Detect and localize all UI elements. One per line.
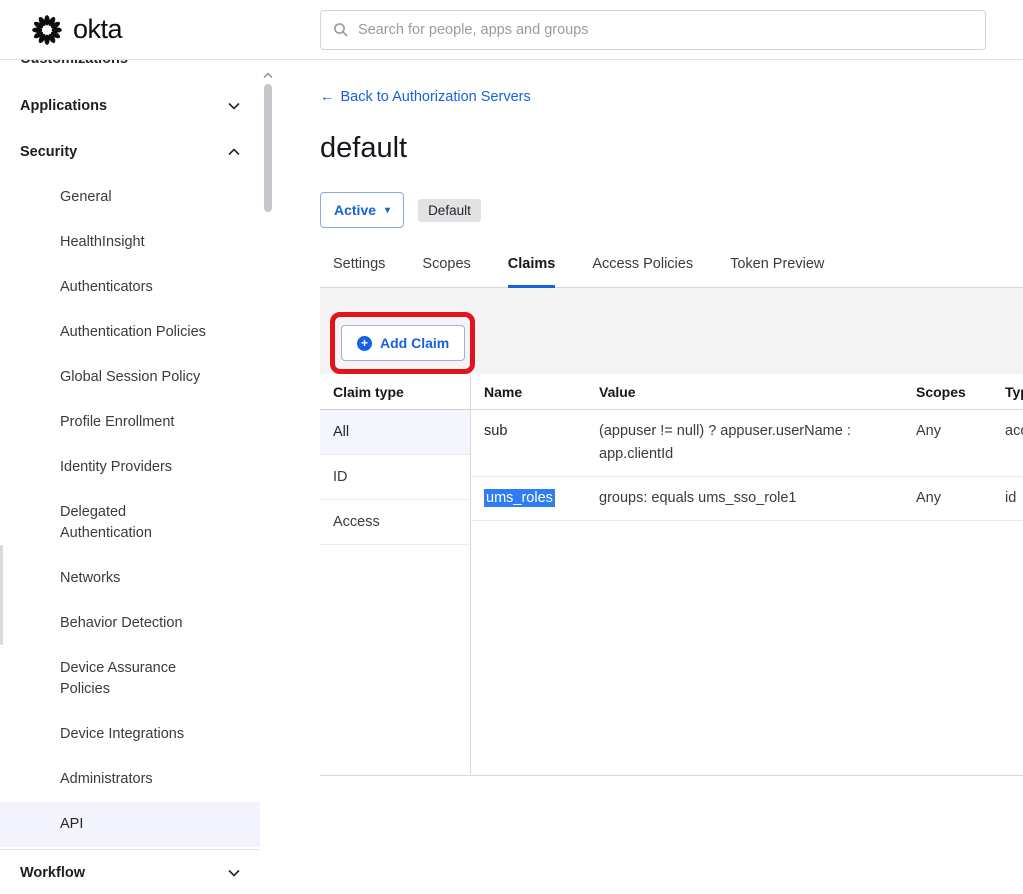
global-search[interactable] <box>320 10 986 50</box>
search-input[interactable] <box>358 22 973 38</box>
claim-value: (appuser != null) ? appuser.userName : a… <box>586 410 903 476</box>
sidebar-item-profile-enrollment[interactable]: Profile Enrollment <box>0 400 260 445</box>
table-row: sub (appuser != null) ? appuser.userName… <box>471 410 1023 477</box>
claim-type-filter: Claim type All ID Access <box>320 374 471 775</box>
claim-name[interactable]: sub <box>471 410 586 476</box>
sidebar-section-label: Applications <box>20 98 107 114</box>
claims-panel: Claim type All ID Access Name Value Scop… <box>320 374 1023 776</box>
top-header: okta <box>0 0 1023 60</box>
claim-name[interactable]: ums_roles <box>471 477 586 520</box>
okta-logo-text: okta <box>73 14 122 45</box>
scrollbar-thumb[interactable] <box>264 84 272 212</box>
tab-claims[interactable]: Claims <box>508 256 556 287</box>
add-claim-button[interactable]: + Add Claim <box>341 325 465 361</box>
default-badge: Default <box>418 199 481 222</box>
claim-value: groups: equals ums_sso_role1 <box>586 477 903 520</box>
active-status-dropdown[interactable]: Active ▾ <box>320 192 404 228</box>
main-content: ← Back to Authorization Servers default … <box>276 60 1023 894</box>
claims-table: Name Value Scopes Type sub (appuser != n… <box>471 374 1023 775</box>
back-to-authorization-servers-link[interactable]: ← Back to Authorization Servers <box>320 89 531 105</box>
caret-down-icon: ▾ <box>385 205 390 216</box>
claim-type: id <box>992 477 1023 520</box>
claims-table-header: Name Value Scopes Type <box>471 374 1023 410</box>
plus-icon: + <box>357 336 372 351</box>
selected-text-highlight: ums_roles <box>484 489 555 507</box>
sidebar-item-administrators[interactable]: Administrators <box>0 757 260 802</box>
claim-type-header: Claim type <box>320 374 470 410</box>
tab-bar: Settings Scopes Claims Access Policies T… <box>320 256 1023 288</box>
sidebar-item-api[interactable]: API <box>0 802 260 847</box>
sidebar-item-authenticators[interactable]: Authenticators <box>0 265 260 310</box>
search-icon <box>333 22 349 38</box>
tab-access-policies[interactable]: Access Policies <box>592 256 693 287</box>
claim-type: access <box>992 410 1023 476</box>
sidebar-item-customizations-clipped[interactable]: Customizations <box>0 60 260 73</box>
sidebar-item-device-integrations[interactable]: Device Integrations <box>0 712 260 757</box>
sidebar-section-label: Security <box>20 144 77 160</box>
claim-type-option-access[interactable]: Access <box>320 500 470 545</box>
sidebar-section-security[interactable]: Security <box>0 129 260 175</box>
scrollbar-up-icon[interactable] <box>263 66 273 84</box>
sidebar-item-global-session-policy[interactable]: Global Session Policy <box>0 355 260 400</box>
column-header-scopes: Scopes <box>903 374 992 409</box>
chevron-down-icon <box>228 102 240 110</box>
sidebar-item-identity-providers[interactable]: Identity Providers <box>0 445 260 490</box>
column-header-type: Type <box>992 374 1023 409</box>
claim-type-option-id[interactable]: ID <box>320 455 470 500</box>
table-row: ums_roles groups: equals ums_sso_role1 A… <box>471 477 1023 521</box>
sidebar-item-device-assurance-policies[interactable]: Device Assurance Policies <box>0 646 260 712</box>
sidebar-item-delegated-authentication[interactable]: Delegated Authentication <box>0 490 260 556</box>
column-header-value: Value <box>586 374 903 409</box>
sidebar-section-workflow[interactable]: Workflow <box>0 850 260 894</box>
sidebar-item-behavior-detection[interactable]: Behavior Detection <box>0 601 260 646</box>
tab-token-preview[interactable]: Token Preview <box>730 256 824 287</box>
okta-logo[interactable]: okta <box>30 13 122 47</box>
tab-settings[interactable]: Settings <box>333 256 385 287</box>
left-edge-scrollbar[interactable] <box>0 545 3 645</box>
left-sidebar: Customizations Applications Security Gen… <box>0 60 276 894</box>
chevron-down-icon <box>228 869 240 877</box>
sidebar-scrollbar[interactable] <box>261 60 275 894</box>
chevron-up-icon <box>228 148 240 156</box>
claims-toolbar: + Add Claim <box>320 288 1023 374</box>
sidebar-item-general[interactable]: General <box>0 175 260 220</box>
tab-scopes[interactable]: Scopes <box>422 256 470 287</box>
sidebar-section-label: Workflow <box>20 865 85 881</box>
security-subnav: General HealthInsight Authenticators Aut… <box>0 175 260 847</box>
claim-scopes: Any <box>903 410 992 476</box>
sidebar-item-healthinsight[interactable]: HealthInsight <box>0 220 260 265</box>
page-title: default <box>320 132 1023 165</box>
claim-type-option-all[interactable]: All <box>320 410 470 455</box>
sidebar-item-networks[interactable]: Networks <box>0 556 260 601</box>
column-header-name: Name <box>471 374 586 409</box>
sidebar-item-authentication-policies[interactable]: Authentication Policies <box>0 310 260 355</box>
okta-burst-icon <box>30 13 64 47</box>
sidebar-section-applications[interactable]: Applications <box>0 83 260 129</box>
claim-scopes: Any <box>903 477 992 520</box>
back-arrow-icon: ← <box>320 89 335 105</box>
